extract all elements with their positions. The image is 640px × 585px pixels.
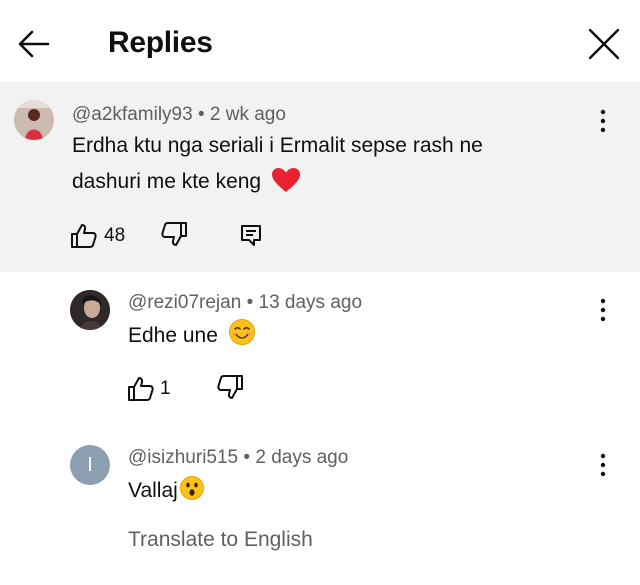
comment-meta: @a2kfamily93 • 2 wk ago: [72, 104, 286, 126]
smiling-face-icon: [228, 319, 255, 345]
page-title: Replies: [108, 26, 213, 59]
meta-separator: •: [246, 292, 259, 313]
reply-handle[interactable]: @rezi07rejan: [128, 292, 241, 313]
surprised-face-icon: [179, 476, 204, 500]
comment-text-line-2-text: dashuri me kte keng: [72, 170, 262, 193]
reply-age: 2 days ago: [255, 447, 349, 468]
comment-handle[interactable]: @a2kfamily93: [72, 104, 193, 125]
avatar[interactable]: [70, 290, 110, 330]
comment-age: 2 wk ago: [209, 104, 286, 125]
like-icon[interactable]: [70, 223, 98, 249]
comment-text-line-1: Erdha ktu nga seriali i Ermalit sepse ra…: [72, 134, 483, 157]
reply-meta: @rezi07rejan • 13 days ago: [128, 292, 362, 314]
like-count: 1: [160, 378, 171, 399]
translate-link[interactable]: Translate to English: [128, 528, 313, 552]
avatar[interactable]: [14, 100, 54, 140]
reply-meta: @isizhuri515 • 2 days ago: [128, 447, 348, 469]
parent-comment: @a2kfamily93 • 2 wk ago Erdha ktu nga se…: [0, 82, 640, 272]
dislike-icon[interactable]: [216, 374, 244, 400]
reply-text-content: Edhe une: [128, 324, 218, 347]
replies-header: Replies: [0, 0, 640, 82]
close-icon[interactable]: [582, 22, 626, 66]
comment-text: Erdha ktu nga seriali i Ermalit sepse ra…: [72, 128, 572, 200]
avatar-photo-icon: [70, 290, 110, 330]
comment-text-line-2: dashuri me kte keng: [72, 164, 572, 200]
more-options-icon[interactable]: [593, 296, 613, 324]
meta-separator: •: [243, 447, 256, 468]
avatar-photo-icon: [14, 100, 54, 140]
like-count: 48: [104, 225, 126, 246]
red-heart-icon: [271, 168, 300, 192]
reply-icon[interactable]: [239, 223, 263, 247]
more-options-icon[interactable]: [593, 451, 613, 479]
back-arrow-icon[interactable]: [14, 24, 54, 64]
like-icon[interactable]: [127, 376, 155, 402]
avatar-letter: I: [87, 453, 93, 476]
reply-text: Edhe une: [128, 318, 256, 354]
reply-handle[interactable]: @isizhuri515: [128, 447, 238, 468]
dislike-icon[interactable]: [160, 221, 188, 247]
reply-text-content: Vallaj: [128, 479, 178, 502]
avatar[interactable]: I: [70, 445, 110, 485]
reply-age: 13 days ago: [258, 292, 363, 313]
reply-text: Vallaj: [128, 473, 205, 509]
meta-separator: •: [197, 104, 210, 125]
more-options-icon[interactable]: [593, 107, 613, 135]
